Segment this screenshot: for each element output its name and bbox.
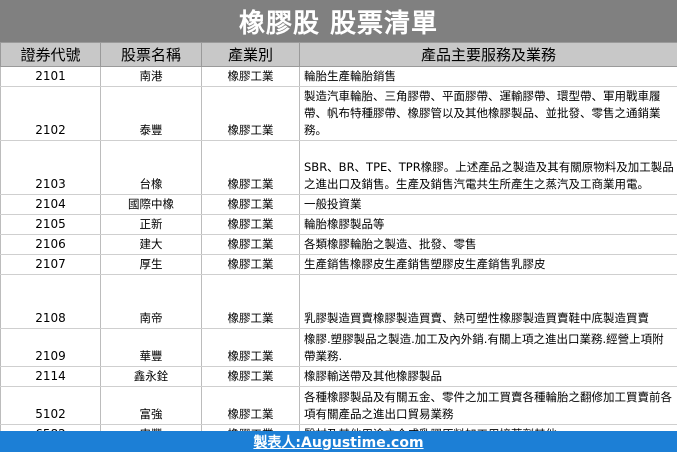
stock-code-cell: 5102 bbox=[0, 386, 101, 425]
stock-name-cell: 厚生 bbox=[100, 254, 202, 275]
stock-name-cell: 富強 bbox=[100, 386, 202, 425]
stock-name-cell: 泰豐 bbox=[100, 86, 202, 141]
business-description-cell: 各類橡膠輪胎之製造、批發、零售 bbox=[299, 234, 677, 255]
stock-name-cell: 南港 bbox=[100, 66, 202, 87]
business-description-cell: 輪胎生產輪胎銷售 bbox=[299, 66, 677, 87]
stock-name-cell: 建大 bbox=[100, 234, 202, 255]
industry-cell: 橡膠工業 bbox=[201, 234, 300, 255]
stock-code-cell: 2109 bbox=[0, 328, 101, 367]
stock-name-cell: 正新 bbox=[100, 214, 202, 235]
table-row: 2105 正新 橡膠工業 輪胎橡膠製品等 bbox=[0, 214, 677, 235]
business-description-cell: 製造汽車輪胎、三角膠帶、平面膠帶、運輸膠帶、環型帶、軍用戰車履帶、帆布特種膠帶、… bbox=[299, 86, 677, 141]
stock-code-cell: 2101 bbox=[0, 66, 101, 87]
stock-code-cell: 2107 bbox=[0, 254, 101, 275]
industry-cell: 橡膠工業 bbox=[201, 140, 300, 195]
industry-cell: 橡膠工業 bbox=[201, 328, 300, 367]
table-header-row: 證券代號 股票名稱 產業別 產品主要服務及業務 bbox=[0, 42, 677, 67]
industry-cell: 橡膠工業 bbox=[201, 386, 300, 425]
industry-cell: 橡膠工業 bbox=[201, 366, 300, 387]
table-row: 2102 泰豐 橡膠工業 製造汽車輪胎、三角膠帶、平面膠帶、運輸膠帶、環型帶、軍用戰車… bbox=[0, 86, 677, 141]
business-description-cell: 橡膠.塑膠製品之製造.加工及內外銷.有關上項之進出口業務.經營上項附帶業務. bbox=[299, 328, 677, 367]
industry-cell: 橡膠工業 bbox=[201, 254, 300, 275]
table-row: 2107 厚生 橡膠工業 生產銷售橡膠皮生產銷售塑膠皮生產銷售乳膠皮 bbox=[0, 254, 677, 275]
industry-cell: 橡膠工業 bbox=[201, 66, 300, 87]
stock-code-cell: 2102 bbox=[0, 86, 101, 141]
table-row: 2104 國際中橡 橡膠工業 一般投資業 bbox=[0, 194, 677, 215]
header-stock-name: 股票名稱 bbox=[100, 42, 202, 67]
stock-code-cell: 2105 bbox=[0, 214, 101, 235]
stock-name-cell: 華豐 bbox=[100, 328, 202, 367]
industry-cell: 橡膠工業 bbox=[201, 214, 300, 235]
header-stock-code: 證券代號 bbox=[0, 42, 101, 67]
stock-table: 證券代號 股票名稱 產業別 產品主要服務及業務 2101 南港 橡膠工業 輪胎生產輪胎… bbox=[0, 42, 677, 445]
stock-name-cell: 國際中橡 bbox=[100, 194, 202, 215]
header-main-business: 產品主要服務及業務 bbox=[299, 42, 677, 67]
footer-credit[interactable]: 製表人:Augustime.com bbox=[0, 431, 677, 452]
stock-list-sheet: 橡膠股 股票清單 證券代號 股票名稱 產業別 產品主要服務及業務 2101 南港橡… bbox=[0, 0, 677, 452]
stock-code-cell: 2106 bbox=[0, 234, 101, 255]
table-row: 2108 南帝 橡膠工業 乳膠製造買賣橡膠製造買賣、熱可塑性橡膠製造買賣鞋中底製造買賣 bbox=[0, 274, 677, 329]
business-description-cell: 乳膠製造買賣橡膠製造買賣、熱可塑性橡膠製造買賣鞋中底製造買賣 bbox=[299, 274, 677, 329]
table-row: 2114 鑫永銓 橡膠工業 橡膠輸送帶及其他橡膠製品 bbox=[0, 366, 677, 387]
business-description-cell: 橡膠輸送帶及其他橡膠製品 bbox=[299, 366, 677, 387]
stock-code-cell: 2104 bbox=[0, 194, 101, 215]
stock-code-cell: 2108 bbox=[0, 274, 101, 329]
sheet-title: 橡膠股 股票清單 bbox=[0, 0, 677, 42]
business-description-cell: SBR、BR、TPE、TPR橡膠。上述產品之製造及其有關原物料及加工製品之進出口… bbox=[299, 140, 677, 195]
business-description-cell: 生產銷售橡膠皮生產銷售塑膠皮生產銷售乳膠皮 bbox=[299, 254, 677, 275]
stock-code-cell: 2103 bbox=[0, 140, 101, 195]
stock-name-cell: 鑫永銓 bbox=[100, 366, 202, 387]
stock-code-cell: 2114 bbox=[0, 366, 101, 387]
business-description-cell: 各種橡膠製品及有關五金、零件之加工買賣各種輪胎之翻修加工買賣前各項有關產品之進出… bbox=[299, 386, 677, 425]
table-row: 2101 南港 橡膠工業 輪胎生產輪胎銷售 bbox=[0, 66, 677, 87]
industry-cell: 橡膠工業 bbox=[201, 86, 300, 141]
stock-name-cell: 南帝 bbox=[100, 274, 202, 329]
business-description-cell: 輪胎橡膠製品等 bbox=[299, 214, 677, 235]
industry-cell: 橡膠工業 bbox=[201, 274, 300, 329]
table-row: 2103 台橡 橡膠工業 SBR、BR、TPE、TPR橡膠。上述產品之製造及其有關原物… bbox=[0, 140, 677, 195]
industry-cell: 橡膠工業 bbox=[201, 194, 300, 215]
header-industry: 產業別 bbox=[201, 42, 300, 67]
stock-name-cell: 台橡 bbox=[100, 140, 202, 195]
table-row: 5102 富強 橡膠工業 各種橡膠製品及有關五金、零件之加工買賣各種輪胎之翻修加工買賣… bbox=[0, 386, 677, 425]
business-description-cell: 一般投資業 bbox=[299, 194, 677, 215]
table-row: 2106 建大 橡膠工業 各類橡膠輪胎之製造、批發、零售 bbox=[0, 234, 677, 255]
table-row: 2109 華豐 橡膠工業 橡膠.塑膠製品之製造.加工及內外銷.有關上項之進出口業務.經… bbox=[0, 328, 677, 367]
